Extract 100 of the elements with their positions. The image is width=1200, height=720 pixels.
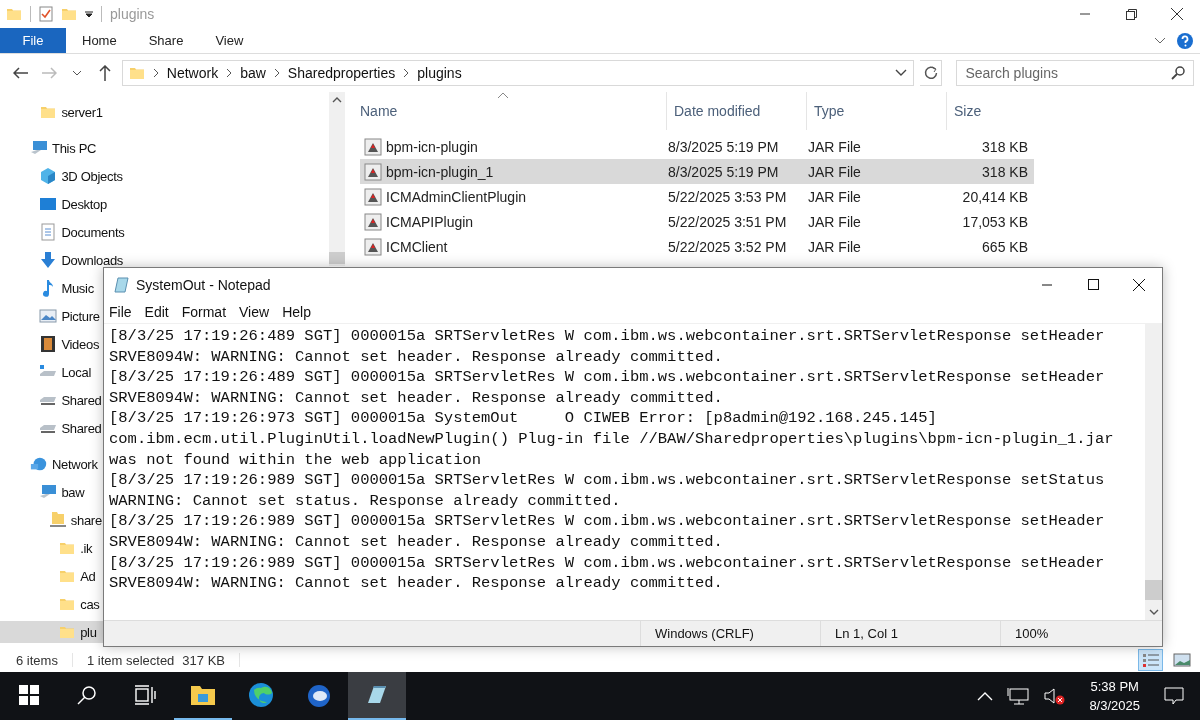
details-view-button[interactable] [1138, 649, 1163, 671]
jar-file-icon [364, 212, 382, 231]
nav-item[interactable]: server1 [0, 101, 106, 123]
type-cell-text: JAR File [807, 163, 862, 180]
nav-item[interactable]: baw [0, 481, 88, 503]
nav-item[interactable]: Ad [0, 565, 99, 587]
back-arrow-icon [12, 67, 29, 79]
scrollbar[interactable] [1145, 324, 1162, 620]
file-row[interactable]: ICMClient 5/22/2025 3:52 PM JAR File 665 KB [360, 234, 1034, 259]
breadcrumb[interactable]: Network [166, 65, 219, 81]
nav-item[interactable]: Documents [0, 221, 128, 243]
nav-item[interactable]: Picture [0, 305, 103, 327]
nav-item[interactable]: This PC [0, 137, 100, 159]
log-line: SRVE8094W: WARNING: Cannot set header. Response already committed. [109, 573, 724, 594]
nav-item[interactable]: plu [0, 621, 103, 643]
log-line: [8/3/25 17:19:26:989 SGT] 0000015a SRTServletRes W com.ibm.ws.webcontainer.srt.SRTServletResponse setHeader [109, 511, 1106, 532]
shared-folder-icon [48, 511, 67, 529]
task-view-icon [134, 685, 156, 705]
nav-item[interactable]: .ik [0, 537, 96, 559]
menu-item[interactable]: File [109, 304, 132, 320]
file-tab[interactable]: File [0, 28, 66, 53]
type-cell-text: JAR File [807, 138, 862, 155]
nav-item[interactable]: cas [0, 593, 103, 615]
column-header[interactable]: Date modified [666, 92, 806, 130]
column-header[interactable]: Type [806, 92, 946, 130]
chevron-icon [152, 68, 159, 78]
file-row[interactable]: bpm-icn-plugin 8/3/2025 5:19 PM JAR File 318 KB [360, 134, 1034, 159]
column-header[interactable]: Name [360, 92, 666, 130]
properties-icon[interactable] [39, 6, 53, 22]
ribbon-tab[interactable]: Home [66, 28, 133, 53]
music-note-icon [41, 279, 56, 297]
search-field[interactable]: Search plugins [956, 60, 1194, 86]
sort-caret-icon [497, 92, 509, 99]
log-line: was not found within the web application [109, 449, 483, 471]
nav-item[interactable]: Videos [0, 333, 103, 355]
file-row[interactable]: ICMAdminClientPlugin 5/22/2025 3:53 PM JAR File 20,414 KB [360, 184, 1034, 209]
size-cell-text: 665 KB [981, 238, 1029, 255]
nav-item[interactable]: Network [0, 453, 101, 475]
scrollbar[interactable] [329, 92, 345, 266]
window-title: plugins [110, 6, 155, 22]
computer-icon [30, 140, 48, 156]
jar-file-icon [364, 187, 382, 206]
status-field: Ln 1, Col 1 [820, 621, 1000, 646]
folder-icon [59, 541, 76, 555]
nav-item[interactable]: Desktop [0, 193, 110, 215]
computer-icon [39, 484, 58, 500]
jar-file-icon [364, 162, 382, 181]
file-name: ICMAPIPlugin [386, 213, 474, 230]
refresh-button[interactable] [920, 60, 943, 86]
chevron-up-icon[interactable] [977, 691, 994, 701]
log-line: WARNING: Cannot set status. Response already committed. [109, 490, 622, 512]
close-icon [1133, 278, 1145, 291]
menu-item[interactable]: View [239, 304, 270, 320]
restore-icon [1125, 8, 1137, 20]
search-icon [77, 685, 97, 705]
maximize-icon [1087, 279, 1099, 290]
nav-item[interactable]: Local [0, 361, 94, 383]
file-row[interactable]: bpm-icn-plugin_1 8/3/2025 5:19 PM JAR File 318 KB [360, 159, 1034, 184]
jar-file-icon [364, 237, 382, 256]
breadcrumb[interactable]: baw [240, 65, 266, 81]
nav-item[interactable]: Downloads [0, 249, 126, 271]
close-icon [1171, 8, 1183, 20]
menu-item[interactable]: Format [181, 304, 227, 320]
breadcrumb[interactable]: plugins [417, 65, 462, 81]
breadcrumb[interactable]: Sharedproperties [287, 65, 396, 81]
menu-item[interactable]: Help [282, 304, 311, 320]
nav-item[interactable]: Shared [0, 389, 105, 411]
dropdown-icon[interactable] [895, 69, 908, 77]
network-icon[interactable] [1007, 687, 1030, 705]
search-icon [1171, 66, 1185, 80]
menu-item[interactable]: Edit [144, 304, 169, 320]
ribbon-tab[interactable]: Share [132, 28, 200, 53]
clock[interactable]: 5:38 PM 8/3/2025 [1079, 679, 1150, 713]
address-bar[interactable]: Network baw Sharedproperties plugins [121, 60, 915, 86]
column-header[interactable]: Size [946, 92, 1034, 130]
nav-item[interactable]: share [0, 509, 105, 531]
muted-speaker-icon[interactable] [1043, 687, 1066, 705]
download-arrow-icon [40, 251, 57, 269]
type-cell-text: JAR File [807, 213, 862, 230]
folder-icon [59, 597, 76, 611]
refresh-icon [923, 66, 938, 80]
size-cell-text: 17,053 KB [961, 213, 1029, 230]
desktop-icon [39, 197, 58, 211]
expand-ribbon-icon[interactable] [1154, 36, 1166, 45]
scroll-thumb[interactable] [1145, 580, 1162, 600]
notification-icon[interactable] [1164, 687, 1184, 705]
taskbar-app[interactable] [348, 672, 406, 720]
dropdown-icon[interactable] [85, 10, 93, 18]
log-line: SRVE8094W: WARNING: Cannot set header. Response already committed. [109, 387, 724, 409]
ribbon-tab[interactable]: View [199, 28, 260, 53]
scroll-thumb[interactable] [329, 252, 345, 264]
help-icon[interactable] [1176, 31, 1194, 50]
nav-item[interactable]: Music [0, 277, 97, 299]
chevron-icon [226, 68, 233, 78]
type-cell-text: JAR File [807, 188, 862, 205]
file-name: bpm-icn-plugin [386, 138, 478, 155]
up-arrow-icon [98, 65, 111, 81]
nav-item[interactable]: 3D Objects [0, 165, 126, 187]
file-row[interactable]: ICMAPIPlugin 5/22/2025 3:51 PM JAR File 17,053 KB [360, 209, 1034, 234]
nav-item[interactable]: Shared [0, 417, 105, 439]
